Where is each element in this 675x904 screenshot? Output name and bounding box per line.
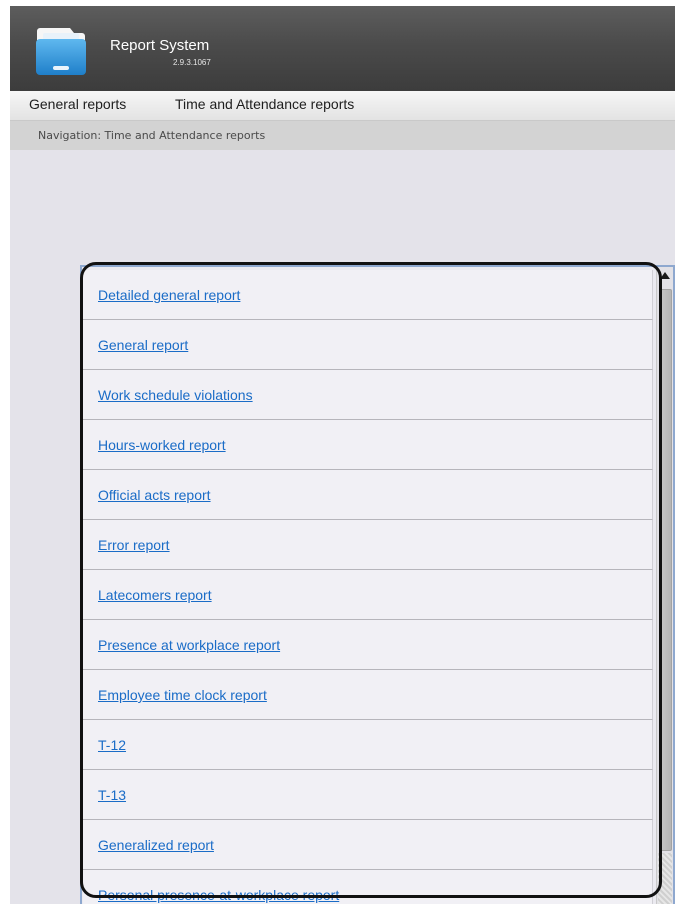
menu-time-attendance-reports[interactable]: Time and Attendance reports: [175, 96, 354, 112]
report-item-detailed-general[interactable]: Detailed general report: [83, 270, 653, 320]
report-link[interactable]: Detailed general report: [98, 287, 240, 303]
report-link[interactable]: Generalized report: [98, 837, 214, 853]
scroll-track[interactable]: [658, 853, 672, 904]
report-item-presence-at-workplace[interactable]: Presence at workplace report: [83, 620, 653, 670]
report-item-latecomers[interactable]: Latecomers report: [83, 570, 653, 620]
report-link[interactable]: Employee time clock report: [98, 687, 267, 703]
report-link[interactable]: Work schedule violations: [98, 387, 253, 403]
scroll-thumb[interactable]: [659, 289, 672, 851]
report-link[interactable]: T-12: [98, 737, 126, 753]
report-link[interactable]: T-13: [98, 787, 126, 803]
breadcrumb: Navigation: Time and Attendance reports: [10, 121, 675, 150]
report-item-official-acts[interactable]: Official acts report: [83, 470, 653, 520]
report-item-error[interactable]: Error report: [83, 520, 653, 570]
report-link[interactable]: Official acts report: [98, 487, 211, 503]
report-item-employee-time-clock[interactable]: Employee time clock report: [83, 670, 653, 720]
vertical-scrollbar[interactable]: [656, 267, 673, 904]
report-link[interactable]: Error report: [98, 537, 170, 553]
app-header: Report System 2.9.3.1067: [10, 6, 675, 91]
report-link[interactable]: Latecomers report: [98, 587, 212, 603]
report-link[interactable]: Presence at workplace report: [98, 637, 280, 653]
report-item-work-schedule-violations[interactable]: Work schedule violations: [83, 370, 653, 420]
report-item-t-12[interactable]: T-12: [83, 720, 653, 770]
report-item-general[interactable]: General report: [83, 320, 653, 370]
report-item-generalized[interactable]: Generalized report: [83, 820, 653, 870]
report-link[interactable]: General report: [98, 337, 188, 353]
report-system-window: Report System 2.9.3.1067 General reports…: [0, 0, 675, 904]
menu-bar: General reports Time and Attendance repo…: [10, 91, 675, 121]
report-item-hours-worked[interactable]: Hours-worked report: [83, 420, 653, 470]
report-item-t-13[interactable]: T-13: [83, 770, 653, 820]
app-title: Report System: [110, 37, 210, 54]
app-version: 2.9.3.1067: [173, 58, 211, 67]
scroll-up-arrow-icon[interactable]: [657, 267, 673, 285]
report-link[interactable]: Hours-worked report: [98, 437, 226, 453]
report-link[interactable]: Personal presence-at-workplace report: [98, 887, 339, 903]
report-item-personal-presence[interactable]: Personal presence-at-workplace report: [83, 870, 653, 904]
breadcrumb-text: Navigation: Time and Attendance reports: [38, 129, 266, 142]
main-content: Detailed general report General report W…: [10, 150, 675, 904]
report-list: Detailed general report General report W…: [80, 265, 675, 904]
folder-icon: [36, 28, 86, 75]
menu-general-reports[interactable]: General reports: [29, 96, 126, 112]
